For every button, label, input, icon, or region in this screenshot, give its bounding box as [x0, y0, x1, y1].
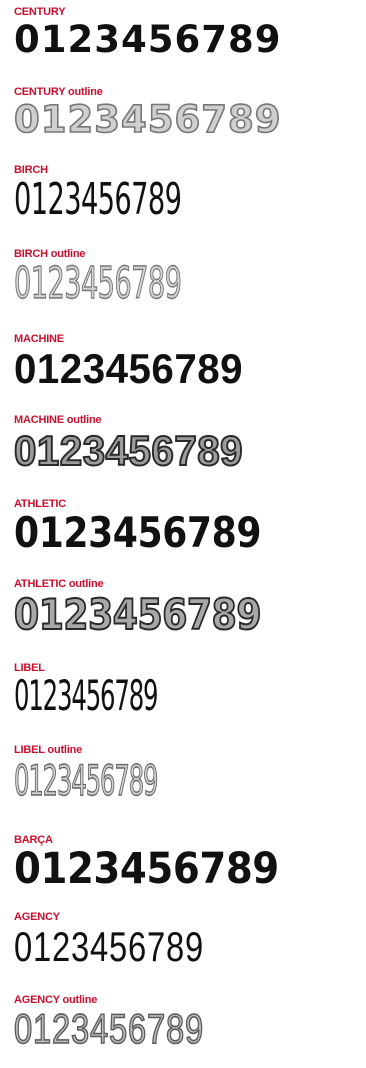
sample-digits: 0123456789 [14, 923, 205, 970]
sample-agency: AGENCY 0123456789 [0, 906, 366, 986]
sample-digits: 0123456789 [13, 98, 282, 141]
sample-barca: BARÇA 0123456789 [0, 828, 366, 908]
sample-digits: 0123456789 [14, 756, 159, 805]
sample-digits: 0123456789 [14, 508, 262, 557]
sample-digits: 0123456789 [14, 258, 183, 309]
sample-label: AGENCY [14, 911, 60, 923]
sample-libel: LIBEL 0123456789 [0, 656, 366, 736]
sample-digits: 0123456789 [14, 345, 244, 392]
sample-libel-outline: LIBEL outline 0123456789 [0, 738, 366, 818]
sample-label: MACHINE outline [14, 414, 102, 426]
sample-agency-outline: AGENCY outline 0123456789 [0, 988, 366, 1068]
sample-machine: MACHINE 0123456789 [0, 326, 366, 406]
sample-digits: 0123456789 [13, 1005, 205, 1052]
sample-label: CENTURY [14, 6, 66, 18]
sample-athletic: ATHLETIC 0123456789 [0, 490, 366, 570]
sample-label: MACHINE [14, 333, 64, 345]
sample-digits: 0123456789 [13, 427, 244, 474]
sample-label: CENTURY outline [14, 86, 103, 98]
sample-century-outline: CENTURY outline 0123456789 [0, 79, 366, 154]
sample-label: LIBEL outline [14, 744, 83, 756]
sample-digits: 0123456789 [13, 590, 262, 639]
font-sample-sheet: CENTURY 0123456789 CENTURY outline 01234… [0, 0, 366, 1068]
sample-digits: 0123456789 [14, 844, 279, 894]
sample-digits: 0123456789 [14, 18, 282, 61]
sample-birch-outline: BIRCH outline 0123456789 [0, 242, 366, 322]
sample-century: CENTURY 0123456789 [0, 0, 366, 75]
sample-machine-outline: MACHINE outline 0123456789 [0, 408, 366, 488]
sample-digits: 0123456789 [14, 671, 159, 720]
sample-athletic-outline: ATHLETIC outline 0123456789 [0, 572, 366, 652]
sample-birch: BIRCH 0123456789 [0, 158, 366, 238]
sample-label: ATHLETIC outline [14, 578, 104, 590]
sample-digits: 0123456789 [14, 174, 182, 225]
